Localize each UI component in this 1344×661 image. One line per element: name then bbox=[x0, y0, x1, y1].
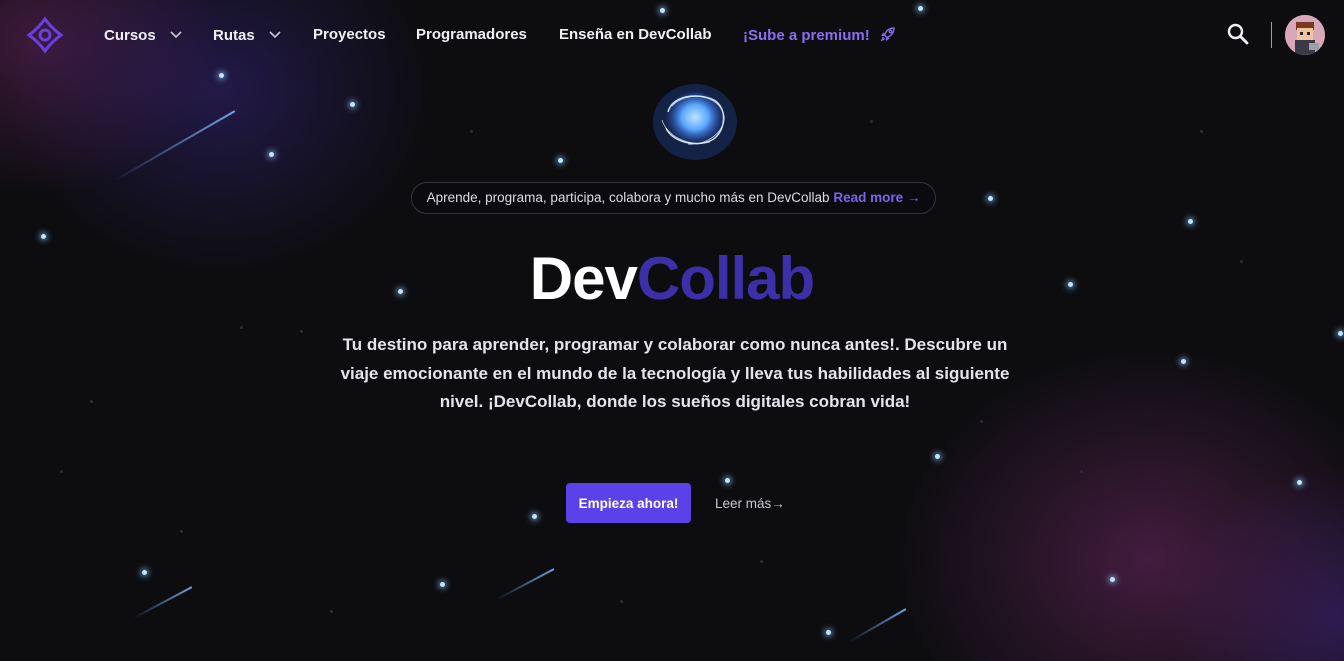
start-now-button[interactable]: Empieza ahora! bbox=[566, 483, 691, 523]
star bbox=[1338, 331, 1343, 336]
glowing-orb-graphic bbox=[650, 82, 740, 162]
shooting-star bbox=[848, 608, 907, 643]
nav-item-proyectos[interactable]: Proyectos bbox=[313, 26, 386, 43]
star bbox=[558, 158, 563, 163]
star bbox=[1110, 577, 1115, 582]
star bbox=[440, 582, 445, 587]
star bbox=[219, 73, 224, 78]
shooting-star bbox=[497, 568, 555, 600]
star bbox=[1181, 359, 1186, 364]
brand-title: DevCollab bbox=[0, 244, 1344, 314]
dust bbox=[330, 610, 333, 613]
dust bbox=[620, 600, 623, 603]
search-icon[interactable] bbox=[1226, 22, 1250, 46]
star bbox=[988, 196, 993, 201]
chevron-down-icon bbox=[269, 26, 281, 43]
dust bbox=[870, 120, 873, 123]
devcollab-logo[interactable] bbox=[26, 16, 64, 54]
shooting-star bbox=[133, 586, 193, 619]
star bbox=[350, 102, 355, 107]
rocket-icon bbox=[880, 26, 896, 46]
dust bbox=[300, 330, 303, 333]
premium-label: ¡Sube a premium! bbox=[743, 27, 870, 44]
nav-item-label: Cursos bbox=[104, 27, 156, 44]
nav-item-label: Rutas bbox=[213, 27, 255, 44]
star bbox=[725, 478, 730, 483]
brand-collab: Collab bbox=[636, 245, 815, 312]
star bbox=[269, 152, 274, 157]
dust bbox=[60, 470, 63, 473]
dust bbox=[180, 530, 183, 533]
announcement-pill: Aprende, programa, participa, colabora y… bbox=[411, 182, 936, 214]
dust bbox=[1080, 470, 1083, 473]
dust bbox=[760, 560, 763, 563]
leer-mas-link[interactable]: Leer más→ bbox=[715, 496, 785, 511]
star bbox=[41, 234, 46, 239]
page: Cursos Rutas Proyectos Programadores Ens… bbox=[0, 0, 1344, 661]
dust bbox=[240, 326, 243, 329]
star bbox=[532, 514, 537, 519]
shooting-star bbox=[113, 110, 236, 182]
nav-item-cursos[interactable]: Cursos bbox=[104, 26, 182, 44]
star bbox=[935, 454, 940, 459]
nav-divider bbox=[1271, 22, 1272, 48]
nav-item-rutas[interactable]: Rutas bbox=[213, 26, 281, 44]
star bbox=[1297, 480, 1302, 485]
dust bbox=[90, 400, 93, 403]
avatar[interactable] bbox=[1285, 15, 1325, 55]
nav-item-programadores[interactable]: Programadores bbox=[416, 26, 527, 43]
dust bbox=[470, 130, 473, 133]
announcement-text: Aprende, programa, participa, colabora y… bbox=[426, 190, 830, 205]
nav-item-premium[interactable]: ¡Sube a premium! bbox=[743, 26, 896, 46]
read-more-link[interactable]: Read more → bbox=[833, 190, 920, 205]
dust bbox=[980, 420, 983, 423]
dust bbox=[1200, 130, 1203, 133]
hero-tagline: Tu destino para aprender, programar y co… bbox=[340, 335, 1010, 411]
star bbox=[1188, 219, 1193, 224]
star bbox=[826, 630, 831, 635]
star bbox=[142, 570, 147, 575]
nav-item-ensena[interactable]: Enseña en DevCollab bbox=[559, 26, 712, 43]
top-navbar: Cursos Rutas Proyectos Programadores Ens… bbox=[0, 0, 1344, 70]
brand-dev: Dev bbox=[529, 245, 638, 312]
chevron-down-icon bbox=[170, 26, 182, 43]
